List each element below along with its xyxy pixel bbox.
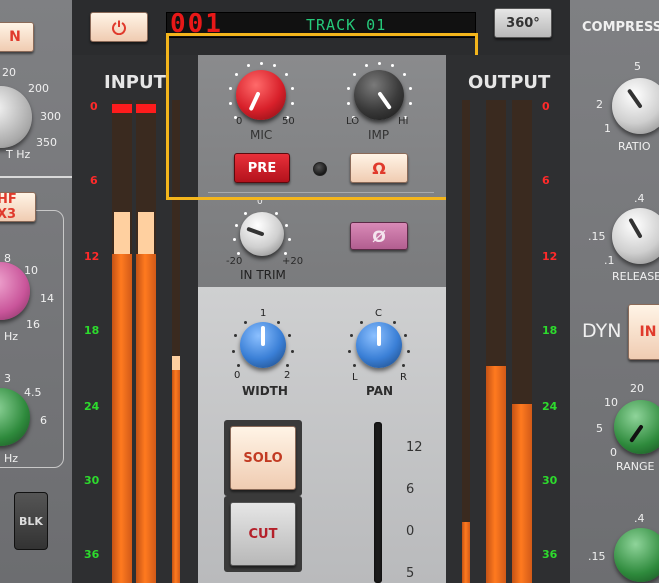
ratio-knob[interactable] bbox=[612, 78, 659, 134]
range-scale-10: 10 bbox=[604, 396, 618, 409]
output-title: OUTPUT bbox=[468, 72, 551, 93]
input-gr-hold bbox=[172, 356, 180, 370]
low-hz-label: Hz bbox=[4, 452, 19, 465]
input-meter-right-hold bbox=[138, 212, 154, 254]
in-trim-pointer bbox=[246, 226, 265, 237]
range-label: RANGE bbox=[616, 460, 655, 473]
cut-button[interactable]: CUT bbox=[230, 502, 296, 566]
power-icon bbox=[112, 20, 126, 35]
width-label: WIDTH bbox=[242, 384, 288, 398]
width-knob[interactable] bbox=[240, 322, 286, 368]
fader-scale-5: 5 bbox=[406, 566, 415, 581]
range-pointer bbox=[629, 424, 644, 443]
in-trim-knob[interactable] bbox=[240, 212, 284, 256]
input-meter-left-bar bbox=[112, 254, 132, 583]
input-meter-right-clip bbox=[136, 104, 156, 113]
output-gr-bar bbox=[462, 522, 470, 583]
range-scale-20: 20 bbox=[630, 382, 644, 395]
release-scale-01: .1 bbox=[604, 254, 615, 267]
left-divider bbox=[0, 176, 72, 178]
output-scale: 0 6 12 18 24 30 36 bbox=[542, 100, 558, 561]
width-max-label: 2 bbox=[284, 370, 291, 381]
output-gr-track bbox=[462, 100, 470, 583]
fader-scale-6: 6 bbox=[406, 482, 415, 497]
phase-button[interactable]: Ø bbox=[350, 222, 408, 250]
power-button[interactable] bbox=[90, 12, 148, 42]
highlight-frame bbox=[166, 33, 478, 200]
range-scale-0: 0 bbox=[610, 446, 617, 459]
track-name[interactable]: TRACK 01 bbox=[306, 16, 386, 34]
input-meter-left-clip bbox=[112, 104, 132, 113]
pan-l-label: L bbox=[352, 372, 358, 383]
left-top-button[interactable]: N bbox=[0, 22, 34, 52]
mid-scale-2: 14 bbox=[40, 292, 54, 305]
output-meter-left-bar bbox=[486, 366, 506, 583]
pan-r-label: R bbox=[400, 372, 407, 383]
release-label: RELEASE bbox=[612, 270, 659, 283]
pan-label: PAN bbox=[366, 384, 394, 398]
release-scale-04: .4 bbox=[634, 192, 645, 205]
fader-scale-12: 12 bbox=[406, 440, 423, 455]
ratio-label: RATIO bbox=[618, 140, 651, 153]
release-knob[interactable] bbox=[612, 208, 659, 264]
hf-x3-button[interactable]: HF X3 bbox=[0, 192, 36, 222]
width-pointer bbox=[261, 326, 265, 346]
bottom-green-knob[interactable] bbox=[614, 528, 659, 582]
left-hz-label: T Hz bbox=[6, 148, 31, 161]
range-scale-5: 5 bbox=[596, 422, 603, 435]
pan-knob[interactable] bbox=[356, 322, 402, 368]
input-title: INPUT bbox=[104, 72, 166, 93]
ratio-pointer bbox=[626, 88, 643, 109]
low-scale-0: 3 bbox=[4, 372, 11, 385]
low-scale-1: 4.5 bbox=[24, 386, 42, 399]
fader-scale-0: 0 bbox=[406, 524, 415, 539]
input-meter-left-hold bbox=[114, 212, 130, 254]
ratio-scale-5: 5 bbox=[634, 60, 641, 73]
blk-button[interactable]: BLK bbox=[14, 492, 48, 550]
fader-track[interactable] bbox=[374, 422, 382, 583]
low-scale-2: 6 bbox=[40, 414, 47, 427]
width-min-label: 0 bbox=[234, 370, 241, 381]
bottom-scale-015: .15 bbox=[588, 550, 606, 563]
in-trim-max-label: +20 bbox=[282, 256, 304, 267]
output-meter-right-bar bbox=[512, 404, 532, 583]
release-pointer bbox=[628, 217, 643, 239]
mid-scale-3: 16 bbox=[26, 318, 40, 331]
in-trim-label: IN TRIM bbox=[240, 268, 286, 282]
ratio-scale-2: 2 bbox=[596, 98, 603, 111]
solo-button[interactable]: SOLO bbox=[230, 426, 296, 490]
pan-c-label: C bbox=[375, 308, 382, 319]
mid-scale-1: 10 bbox=[24, 264, 38, 277]
pan-pointer bbox=[377, 326, 381, 346]
view-360-button[interactable]: 360° bbox=[494, 8, 552, 38]
range-knob[interactable] bbox=[614, 400, 659, 454]
in-trim-min-label: -20 bbox=[226, 256, 243, 267]
compress-label: COMPRESS bbox=[582, 20, 659, 35]
input-gr-bar bbox=[172, 370, 180, 583]
mid-hz-label: Hz bbox=[4, 330, 19, 343]
bottom-scale-04: .4 bbox=[634, 512, 645, 525]
dyn-label: DYN bbox=[582, 320, 622, 342]
input-meter-right-bar bbox=[136, 254, 156, 583]
dyn-in-button[interactable]: IN bbox=[628, 304, 659, 360]
release-scale-015: .15 bbox=[588, 230, 606, 243]
input-scale: 0 6 12 18 24 30 36 bbox=[84, 100, 100, 561]
width-mid-label: 1 bbox=[260, 308, 267, 319]
ratio-scale-1: 1 bbox=[604, 122, 611, 135]
